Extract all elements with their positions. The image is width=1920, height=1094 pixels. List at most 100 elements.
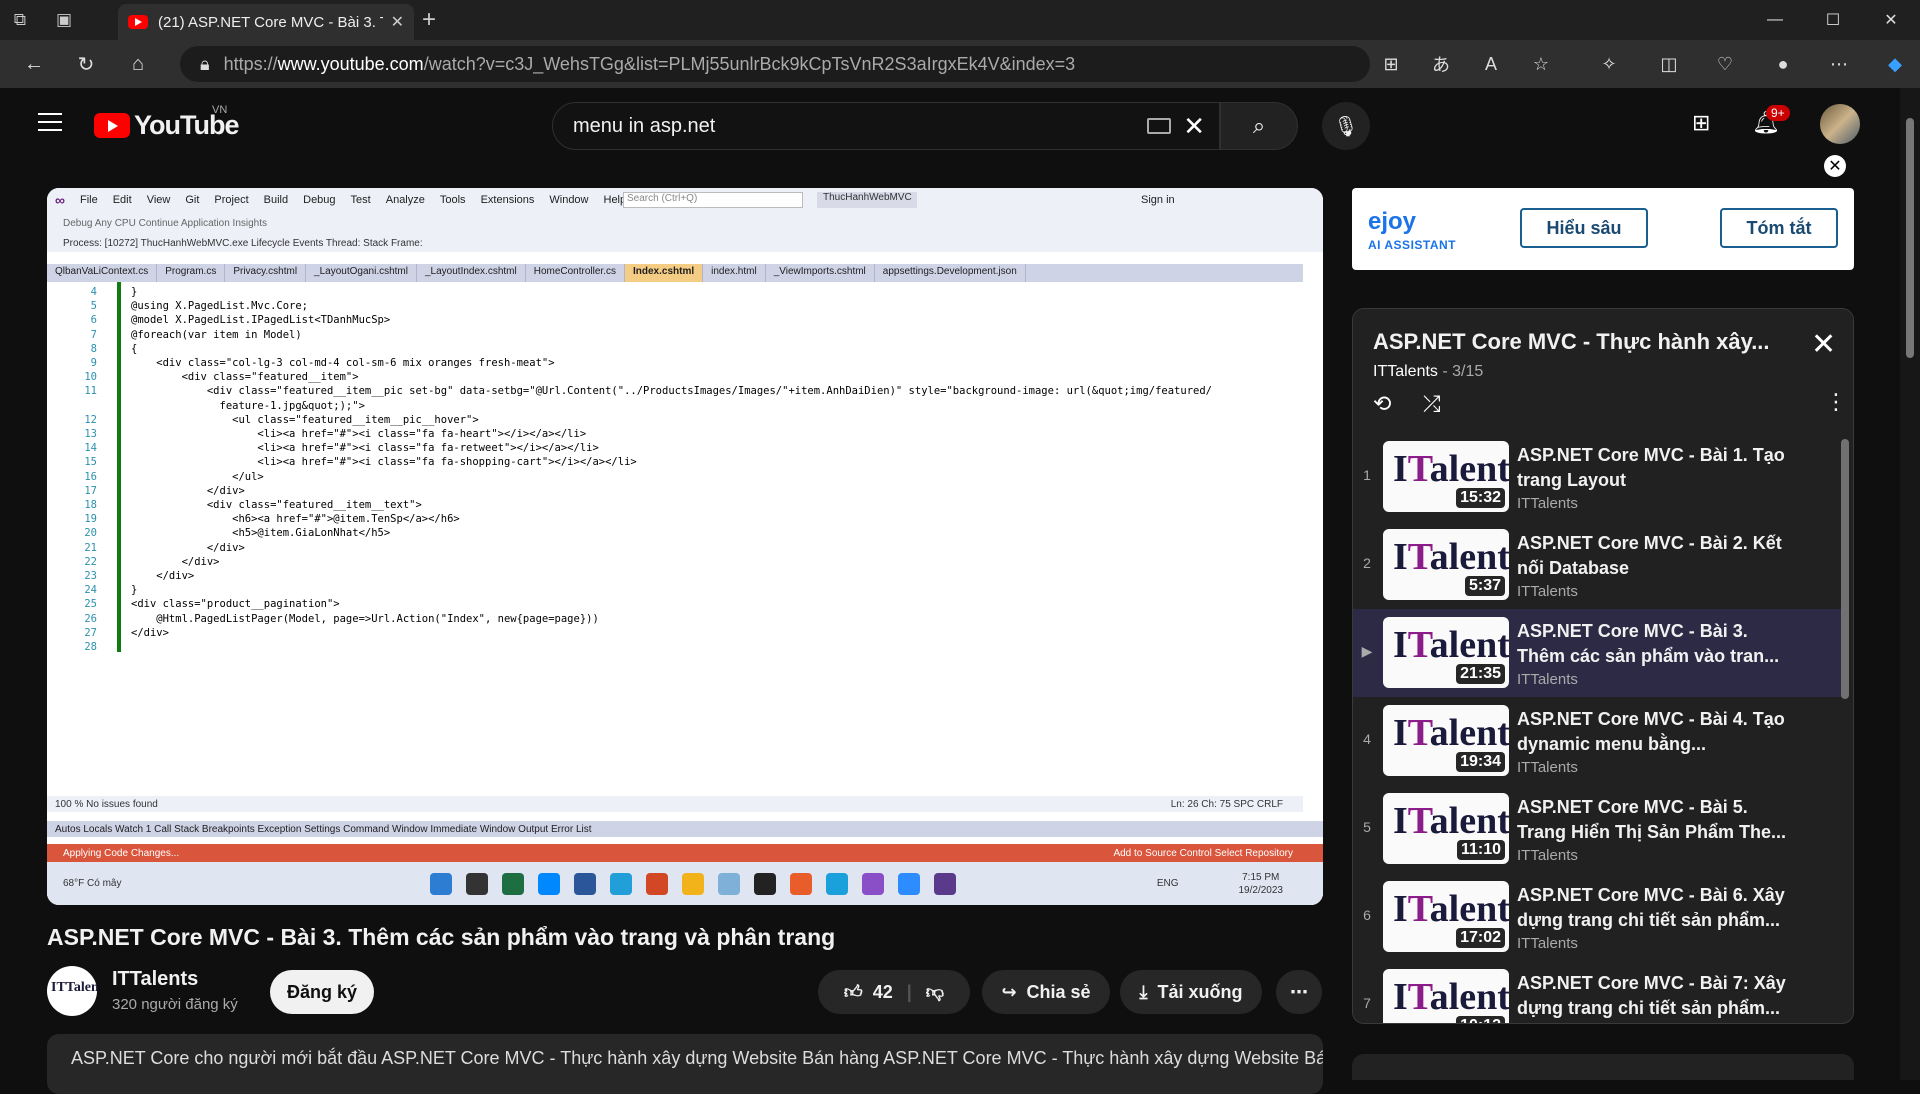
ejoy-assistant-panel: ejoy AI ASSISTANT Hiểu sâu Tóm tắt — [1352, 188, 1854, 270]
shuffle-icon[interactable]: ⤮ — [1423, 391, 1441, 417]
user-avatar[interactable] — [1820, 104, 1860, 144]
playlist-item-thumbnail[interactable]: ITalents10:12 — [1383, 969, 1509, 1023]
tab-actions-icon[interactable]: ▣ — [44, 0, 84, 40]
vs-menu-edit: Edit — [112, 194, 132, 206]
maximize-icon[interactable]: ☐ — [1804, 0, 1862, 40]
more-actions-button[interactable]: ⋯ — [1276, 970, 1322, 1014]
playlist-item-thumbnail[interactable]: ITalents5:37 — [1383, 529, 1509, 600]
playlist-item-thumbnail[interactable]: ITalents17:02 — [1383, 881, 1509, 952]
app-icon — [790, 872, 812, 895]
channel-name[interactable]: ITTalents — [112, 968, 198, 991]
search-button[interactable]: ⌕ — [1220, 102, 1298, 150]
thumbnail-logo: ITalents — [1393, 448, 1509, 490]
home-icon[interactable]: ⌂ — [112, 40, 164, 88]
playlist-channel[interactable]: ITTalents — [1373, 363, 1438, 380]
playlist-item-title[interactable]: ASP.NET Core MVC - Bài 2. Kết nối Databa… — [1517, 531, 1787, 581]
close-ejoy-icon[interactable]: ✕ — [1824, 155, 1846, 177]
split-screen-icon[interactable]: ◫ — [1644, 40, 1694, 88]
playlist-item-title[interactable]: ASP.NET Core MVC - Bài 6. Xây dựng trang… — [1517, 883, 1787, 933]
playlist-item-channel: ITTalents — [1517, 847, 1578, 864]
close-playlist-icon[interactable]: ✕ — [1811, 327, 1836, 362]
playlist-item[interactable]: 7ITalents10:12ASP.NET Core MVC - Bài 7: … — [1353, 961, 1843, 1023]
taskbar-apps — [423, 872, 963, 895]
playlist-item-title[interactable]: ASP.NET Core MVC - Bài 3. Thêm các sản p… — [1517, 619, 1787, 669]
vs-status-bar: Applying Code Changes... Add to Source C… — [47, 844, 1323, 862]
search-box[interactable]: menu in asp.net ✕ — [552, 102, 1220, 150]
playlist-item-title[interactable]: ASP.NET Core MVC - Bài 7: Xây dựng trang… — [1517, 971, 1787, 1021]
playlist-more-icon[interactable]: ⋮ — [1825, 389, 1847, 415]
extensions-icon[interactable]: ✧ — [1584, 40, 1634, 88]
playlist-item-title[interactable]: ASP.NET Core MVC - Bài 5. Trang Hiển Thị… — [1517, 795, 1787, 845]
taskbar-time: 7:15 PM — [1242, 871, 1280, 883]
like-dislike-group: 👍︎ 42 | 👎︎ — [818, 970, 970, 1014]
code-line: <div class="product__pagination"> — [131, 598, 340, 611]
playlist-scrollbar[interactable] — [1841, 439, 1849, 699]
video-description[interactable]: ASP.NET Core cho người mới bắt đầu ASP.N… — [47, 1034, 1323, 1094]
vs-menu-git: Git — [185, 194, 200, 206]
video-title: ASP.NET Core MVC - Bài 3. Thêm các sản p… — [47, 924, 836, 950]
excel-icon — [502, 872, 524, 895]
clear-search-icon[interactable]: ✕ — [1183, 111, 1205, 142]
playlist-item[interactable]: ▶ITalents21:35ASP.NET Core MVC - Bài 3. … — [1353, 609, 1843, 697]
vs-source-control: Add to Source Control Select Repository — [1113, 847, 1293, 859]
playlist-item-thumbnail[interactable]: ITalents15:32 — [1383, 441, 1509, 512]
playlist-item-thumbnail[interactable]: ITalents19:34 — [1383, 705, 1509, 776]
menu-hamburger-icon[interactable] — [38, 113, 62, 131]
channel-avatar[interactable]: ITTalents — [47, 966, 97, 1016]
video-player[interactable]: ∞ File Edit View Git Project Build Debug… — [47, 188, 1323, 905]
download-button[interactable]: ⤓ Tải xuống — [1120, 970, 1262, 1014]
vs-file-tabs: QlbanVaLiContext.cs Program.cs Privacy.c… — [47, 264, 1303, 282]
playlist-item[interactable]: 2ITalents5:37ASP.NET Core MVC - Bài 2. K… — [1353, 521, 1843, 609]
loop-icon[interactable]: ⟲ — [1373, 391, 1391, 417]
playlist-item[interactable]: 6ITalents17:02ASP.NET Core MVC - Bài 6. … — [1353, 873, 1843, 961]
settings-more-icon[interactable]: ⋯ — [1814, 40, 1864, 88]
like-count[interactable]: 42 — [873, 982, 893, 1003]
back-icon[interactable]: ← — [8, 40, 60, 88]
share-button[interactable]: ↪ Chia sẻ — [982, 970, 1110, 1014]
keyboard-icon[interactable] — [1147, 118, 1172, 134]
ejoy-summary-button[interactable]: Tóm tắt — [1720, 208, 1838, 248]
playlist-title[interactable]: ASP.NET Core MVC - Thực hành xây... — [1373, 329, 1783, 355]
playlist-item[interactable]: 4ITalents19:34ASP.NET Core MVC - Bài 4. … — [1353, 697, 1843, 785]
youtube-logo[interactable]: YouTube VN — [94, 104, 239, 141]
scrollbar-thumb[interactable] — [1906, 118, 1914, 358]
workspaces-icon[interactable]: ⧉ — [0, 0, 40, 40]
copilot-icon[interactable]: ◆ — [1870, 40, 1920, 88]
subscribe-button[interactable]: Đăng ký — [270, 970, 374, 1014]
share-label: Chia sẻ — [1026, 981, 1091, 1002]
profile-icon[interactable]: ● — [1758, 40, 1808, 88]
close-tab-icon[interactable]: ✕ — [391, 12, 404, 32]
browser-essentials-icon[interactable]: ♡ — [1700, 40, 1750, 88]
code-line: @model X.PagedList.IPagedList<TDanhMucSp… — [131, 314, 391, 327]
close-window-icon[interactable]: ✕ — [1862, 0, 1920, 40]
app-available-icon[interactable]: ⊞ — [1366, 40, 1416, 88]
ejoy-deep-button[interactable]: Hiểu sâu — [1520, 208, 1648, 248]
playlist-item[interactable]: 5ITalents11:10ASP.NET Core MVC - Bài 5. … — [1353, 785, 1843, 873]
favorite-star-icon[interactable]: ☆ — [1516, 40, 1566, 88]
code-line-number: 14 — [84, 442, 97, 455]
search-input[interactable]: menu in asp.net — [573, 115, 1147, 138]
duration-badge: 10:12 — [1456, 1016, 1505, 1023]
playlist-item-channel: ITTalents — [1517, 583, 1578, 600]
playlist-item-title[interactable]: ASP.NET Core MVC - Bài 1. Tạo trang Layo… — [1517, 443, 1787, 493]
playlist-item[interactable]: 1ITalents15:32ASP.NET Core MVC - Bài 1. … — [1353, 433, 1843, 521]
minimize-icon[interactable]: — — [1746, 0, 1804, 40]
new-tab-icon[interactable]: + — [422, 6, 436, 34]
dislike-icon[interactable]: 👎︎ — [926, 981, 944, 1003]
playlist-item-title[interactable]: ASP.NET Core MVC - Bài 4. Tạo dynamic me… — [1517, 707, 1787, 757]
voice-search-button[interactable]: 🎙︎ — [1322, 102, 1370, 150]
recommended-preview[interactable] — [1352, 1054, 1854, 1080]
playlist-item-thumbnail[interactable]: ITalents21:35 — [1383, 617, 1509, 688]
like-icon[interactable]: 👍︎ — [844, 981, 863, 1003]
code-line: <li><a href="#"><i class="fa fa-retweet"… — [131, 442, 599, 455]
refresh-icon[interactable]: ↻ — [60, 40, 112, 88]
read-aloud-icon[interactable]: A — [1466, 40, 1516, 88]
page-scrollbar[interactable] — [1900, 88, 1920, 1080]
browser-tab-youtube[interactable]: (21) ASP.NET Core MVC - Bài 3. T ✕ — [118, 4, 414, 40]
address-bar[interactable]: 🔒︎ https://www.youtube.com/watch?v=c3J_W… — [180, 46, 1370, 82]
create-video-icon[interactable]: ⊞ — [1692, 110, 1710, 136]
playlist-item-thumbnail[interactable]: ITalents11:10 — [1383, 793, 1509, 864]
translate-icon[interactable]: あ — [1416, 40, 1466, 88]
code-line-number: 6 — [90, 314, 97, 327]
code-line-number: 10 — [84, 371, 97, 384]
